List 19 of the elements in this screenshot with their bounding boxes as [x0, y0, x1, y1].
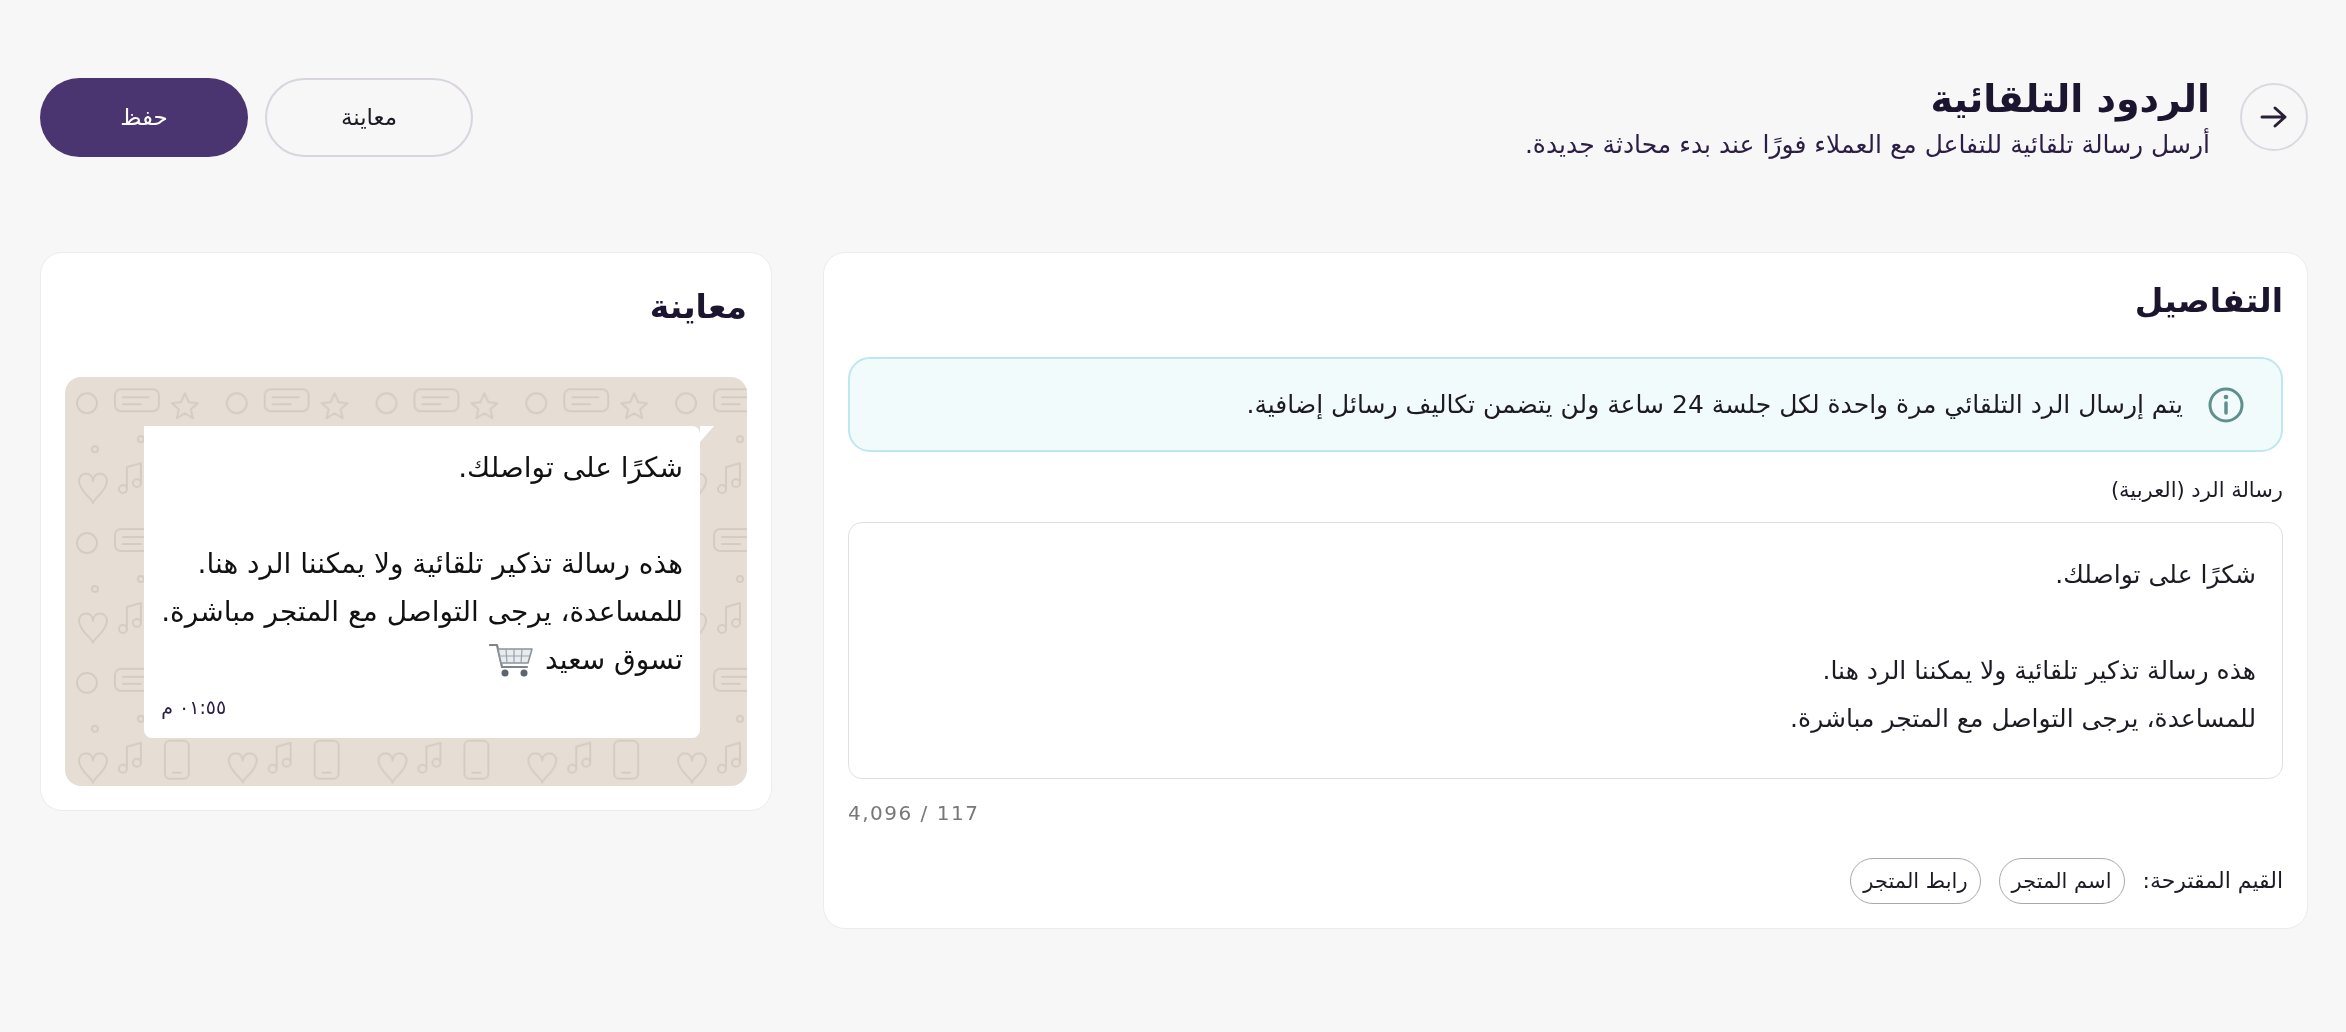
- suggestion-chip[interactable]: اسم المتجر: [1998, 858, 2125, 904]
- character-counter: 117 / 4,096: [848, 800, 981, 827]
- message-text: تسوق سعيد: [545, 642, 683, 678]
- page-title: الردود التلقائية: [1929, 76, 2210, 124]
- preview-button[interactable]: معاينة: [265, 77, 473, 157]
- field-label: رسالة الرد (العربية): [2109, 477, 2283, 504]
- page-subtitle: أرسل رسالة تلقائية للتفاعل مع العملاء فورًا عند بدء محادثة جديدة.: [1524, 127, 2210, 161]
- preview-title: معاينة: [648, 286, 747, 328]
- info-text: يتم إرسال الرد التلقائي مرة واحدة لكل جلسة 24 ساعة ولن يتضمن تكاليف رسائل إضافية.: [1246, 388, 2183, 422]
- suggestions-label: القيم المقترحة:: [2142, 867, 2283, 896]
- section-title: التفاصيل: [2133, 280, 2283, 322]
- suggestion-chip[interactable]: رابط المتجر: [1850, 858, 1981, 904]
- message-text: شكرًا على تواصلك. هذه رسالة تذكير تلقائية ولا يمكننا الرد هنا. للمساعدة، يرجى التواصل مع المتجر مباشرة.: [161, 450, 683, 630]
- message-time: ٠١:٥٥ م: [161, 695, 228, 720]
- shopping-cart-icon: [489, 641, 533, 679]
- arrow-right-icon: [2260, 105, 2288, 129]
- save-button[interactable]: حفظ: [40, 77, 248, 157]
- info-icon: [2207, 385, 2245, 424]
- message-input[interactable]: شكرًا على تواصلك. هذه رسالة تذكير تلقائية ولا يمكننا الرد هنا. للمساعدة، يرجى التواصل مع المتجر مباشرة.: [848, 522, 2283, 779]
